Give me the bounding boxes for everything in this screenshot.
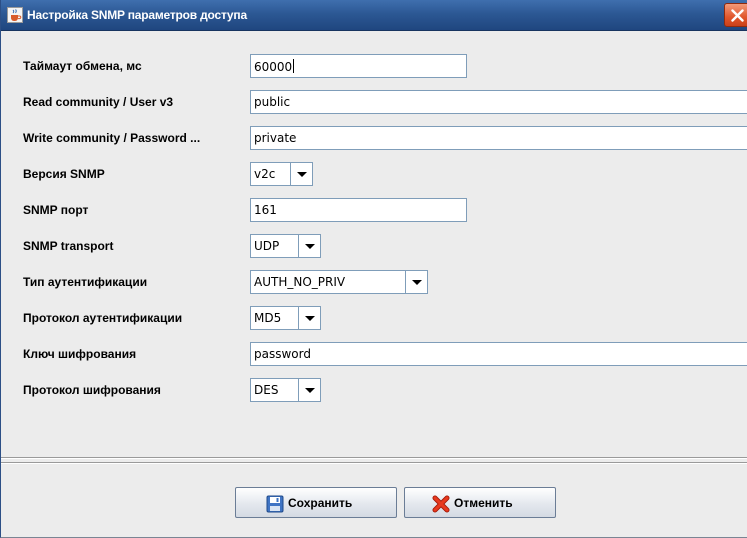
row-encryption-protocol: Протокол шифрования DES	[10, 378, 747, 402]
close-button[interactable]	[724, 3, 747, 27]
encryption-protocol-label: Протокол шифрования	[23, 383, 161, 397]
auth-protocol-dropdown-button[interactable]	[298, 307, 320, 329]
divider-highlight	[1, 463, 747, 464]
cancel-button-label: Отменить	[454, 496, 513, 510]
encryption-protocol-select[interactable]: DES	[250, 378, 321, 402]
auth-type-label: Тип аутентификации	[23, 275, 148, 289]
row-encryption-key: Ключ шифрования password	[10, 342, 747, 366]
encryption-key-label: Ключ шифрования	[23, 347, 137, 361]
auth-protocol-select[interactable]: MD5	[250, 306, 321, 330]
window-title: Настройка SNMP параметров доступа	[27, 8, 247, 22]
row-snmp-version: Версия SNMP v2c	[10, 162, 747, 186]
auth-type-select[interactable]: AUTH_NO_PRIV	[250, 270, 428, 294]
timeout-label: Таймаут обмена, мс	[23, 59, 142, 73]
settings-form: Таймаут обмена, мс 60000 Read community …	[10, 50, 747, 460]
row-read-community: Read community / User v3 public	[10, 90, 747, 114]
chevron-down-icon	[297, 172, 307, 177]
timeout-value: 60000	[254, 60, 293, 74]
java-cup-icon	[7, 7, 23, 23]
row-timeout: Таймаут обмена, мс 60000	[10, 54, 747, 78]
encryption-protocol-dropdown-button[interactable]	[298, 379, 320, 401]
divider-highlight	[1, 458, 747, 459]
red-x-icon	[432, 495, 450, 513]
chevron-down-icon	[305, 388, 315, 393]
chevron-down-icon	[305, 244, 315, 249]
auth-protocol-value: MD5	[254, 311, 282, 325]
auth-type-value: AUTH_NO_PRIV	[254, 275, 346, 289]
snmp-version-dropdown-button[interactable]	[290, 163, 312, 185]
snmp-port-input[interactable]: 161	[250, 198, 467, 222]
snmp-transport-dropdown-button[interactable]	[298, 235, 320, 257]
snmp-version-value: v2c	[254, 167, 276, 181]
row-snmp-transport: SNMP transport UDP	[10, 234, 747, 258]
write-community-input[interactable]: private	[250, 126, 747, 150]
snmp-version-select[interactable]: v2c	[250, 162, 313, 186]
auth-protocol-label: Протокол аутентификации	[23, 311, 183, 325]
close-icon	[731, 9, 744, 22]
snmp-transport-select[interactable]: UDP	[250, 234, 321, 258]
row-auth-type: Тип аутентификации AUTH_NO_PRIV	[10, 270, 747, 294]
row-write-community: Write community / Password ... private	[10, 126, 747, 150]
snmp-version-label: Версия SNMP	[23, 167, 105, 181]
auth-type-dropdown-button[interactable]	[405, 271, 427, 293]
encryption-key-input[interactable]: password	[250, 342, 747, 366]
save-button[interactable]: Сохранить	[235, 487, 397, 518]
row-snmp-port: SNMP порт 161	[10, 198, 747, 222]
read-community-label: Read community / User v3	[23, 95, 174, 109]
title-bar[interactable]: Настройка SNMP параметров доступа	[1, 0, 747, 31]
text-caret	[293, 59, 295, 73]
row-auth-protocol: Протокол аутентификации MD5	[10, 306, 747, 330]
save-button-label: Сохранить	[288, 496, 353, 510]
read-community-input[interactable]: public	[250, 90, 747, 114]
snmp-transport-value: UDP	[254, 239, 280, 253]
cancel-button[interactable]: Отменить	[404, 487, 556, 518]
timeout-input[interactable]: 60000	[250, 54, 467, 78]
write-community-label: Write community / Password ...	[23, 131, 201, 145]
snmp-settings-dialog: Настройка SNMP параметров доступа Таймау…	[0, 0, 747, 538]
chevron-down-icon	[305, 316, 315, 321]
snmp-port-label: SNMP порт	[23, 203, 89, 217]
snmp-transport-label: SNMP transport	[23, 239, 114, 253]
encryption-protocol-value: DES	[254, 383, 279, 397]
chevron-down-icon	[412, 280, 422, 285]
floppy-disk-icon	[266, 495, 284, 513]
